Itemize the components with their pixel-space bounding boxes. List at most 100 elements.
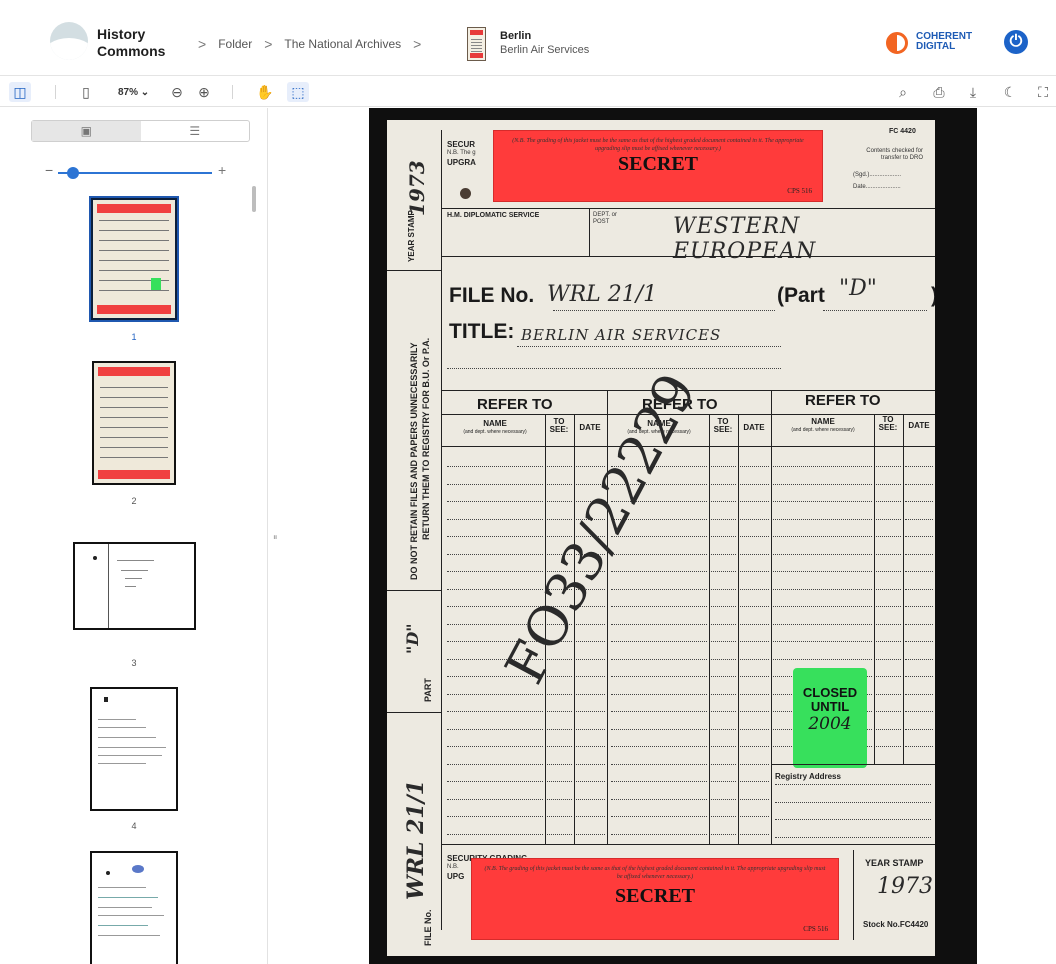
table-row-rule <box>547 483 572 485</box>
table-row-rule <box>447 571 543 572</box>
table-row-rule <box>576 658 605 660</box>
closed-year: 2004 <box>808 714 852 734</box>
breadcrumb-national-archives[interactable]: The National Archives <box>284 37 401 51</box>
table-row-rule <box>773 553 872 555</box>
outline-view-icon[interactable]: ☰ <box>141 121 250 141</box>
table-row-rule <box>740 728 769 730</box>
table-row-rule <box>611 816 707 817</box>
table-row-rule <box>711 833 736 835</box>
page-fit-icon[interactable]: ▯ <box>77 82 95 102</box>
table-row-rule <box>447 466 543 467</box>
brand-name[interactable]: History Commons <box>97 26 165 60</box>
table-row-rule <box>447 711 543 712</box>
table-row-rule <box>576 641 605 642</box>
table-row-rule <box>740 606 769 607</box>
table-row-rule <box>447 798 543 800</box>
table-row-rule <box>447 746 543 747</box>
table-row-rule <box>611 798 707 800</box>
download-icon[interactable]: ⤓ <box>963 82 983 102</box>
table-row-rule <box>576 711 605 712</box>
table-row-rule <box>740 711 769 712</box>
diplomatic-service-label: H.M. DIPLOMATIC SERVICE <box>447 212 540 219</box>
form-code: FC 4420 <box>889 128 916 135</box>
table-row-rule <box>905 693 933 695</box>
thumbnail-size-increase[interactable]: + <box>218 162 226 178</box>
dark-mode-icon[interactable]: ☾ <box>1000 82 1020 102</box>
sidebar-scrollbar[interactable] <box>252 186 256 212</box>
table-row-rule <box>711 693 736 695</box>
search-icon[interactable]: ⌕ <box>893 82 913 102</box>
side-warning-1: DO NOT RETAIN FILES AND PAPERS UNNECESSA… <box>409 342 419 580</box>
page-thumbnail-5[interactable] <box>90 851 178 964</box>
signed-line: (Sgd.)................... <box>853 172 902 178</box>
refer-to-3: REFER TO <box>805 392 881 409</box>
thumbnail-size-slider[interactable] <box>58 172 212 174</box>
table-row-rule <box>711 816 736 817</box>
page-thumbnail-1[interactable] <box>91 198 177 320</box>
slider-handle[interactable] <box>67 167 79 179</box>
zoom-select[interactable]: 87% ⌄ <box>118 87 149 98</box>
print-icon[interactable]: ⎙ <box>929 82 949 102</box>
table-row-rule <box>740 658 769 660</box>
thumbnails-view-icon[interactable]: ▣ <box>32 121 141 141</box>
thumbnail-size-decrease[interactable]: − <box>45 162 53 178</box>
toolbar-divider <box>232 85 233 99</box>
table-row-rule <box>611 676 707 677</box>
table-row-rule <box>711 571 736 572</box>
partner-name[interactable]: COHERENT DIGITAL <box>916 32 972 52</box>
table-row-rule <box>773 466 872 467</box>
breadcrumb-folder[interactable]: Folder <box>218 37 252 51</box>
secret-word-bottom: SECRET <box>614 885 696 907</box>
table-row-rule <box>876 606 901 607</box>
table-row-rule <box>611 711 707 712</box>
table-row-rule <box>740 466 769 467</box>
hand-tool-icon[interactable]: ✋ <box>254 82 276 102</box>
table-row-rule <box>905 746 933 747</box>
select-tool-icon[interactable]: ⬚ <box>287 82 309 102</box>
table-row-rule <box>576 833 605 835</box>
date-line: Date..................... <box>853 184 901 190</box>
secret-note: (N.B. The grading of this jacket must be… <box>512 138 804 152</box>
table-row-rule <box>611 833 707 835</box>
table-row-rule <box>547 501 572 502</box>
sidebar-toggle-icon[interactable]: ◫ <box>9 82 31 102</box>
table-row-rule <box>905 711 933 712</box>
table-row-rule <box>447 553 543 555</box>
page-thumbnail-4[interactable] <box>90 687 178 811</box>
file-no-hand: WRL 21/1 <box>547 282 658 307</box>
table-row-rule <box>876 711 901 712</box>
zoom-in-icon[interactable]: ⊕ <box>194 82 214 102</box>
chevron-right-icon: > <box>413 36 422 52</box>
zoom-out-icon[interactable]: ⊖ <box>167 82 187 102</box>
table-row-rule <box>711 536 736 537</box>
power-icon[interactable]: ⏻ <box>1004 30 1028 54</box>
table-row-rule <box>905 501 933 502</box>
table-row-rule <box>711 641 736 642</box>
history-commons-logo[interactable] <box>50 22 88 60</box>
registry-row-rule <box>775 784 931 785</box>
table-row-rule <box>711 623 736 625</box>
table-row-rule <box>773 623 872 625</box>
table-row-rule <box>576 693 605 695</box>
table-row-rule <box>905 658 933 660</box>
table-row-rule <box>576 676 605 677</box>
table-row-rule <box>876 658 901 660</box>
table-row-rule <box>740 693 769 695</box>
fullscreen-icon[interactable]: ⛶ <box>1032 82 1054 102</box>
table-row-rule <box>905 571 933 572</box>
page-thumbnail-2[interactable] <box>92 361 176 485</box>
table-row-rule <box>773 483 872 485</box>
table-row-rule <box>711 763 736 765</box>
table-row-rule <box>773 588 872 590</box>
closed-until-label: CLOSED UNTIL 2004 <box>793 668 867 768</box>
part-hand: "D" <box>839 276 877 301</box>
table-row-rule <box>740 641 769 642</box>
secret-label-bottom: (N.B. The grading of this jacket must be… <box>471 858 839 940</box>
table-row-rule <box>876 728 901 730</box>
document-viewer: SECUR N.B. The g UPGRA (N.B. The grading… <box>280 108 1056 964</box>
page-thumbnail-3[interactable] <box>73 542 196 630</box>
table-row-rule <box>905 676 933 677</box>
table-row-rule <box>447 728 543 730</box>
table-row-rule <box>773 501 872 502</box>
sidebar-resize-handle[interactable]: ⏸ <box>273 532 278 543</box>
